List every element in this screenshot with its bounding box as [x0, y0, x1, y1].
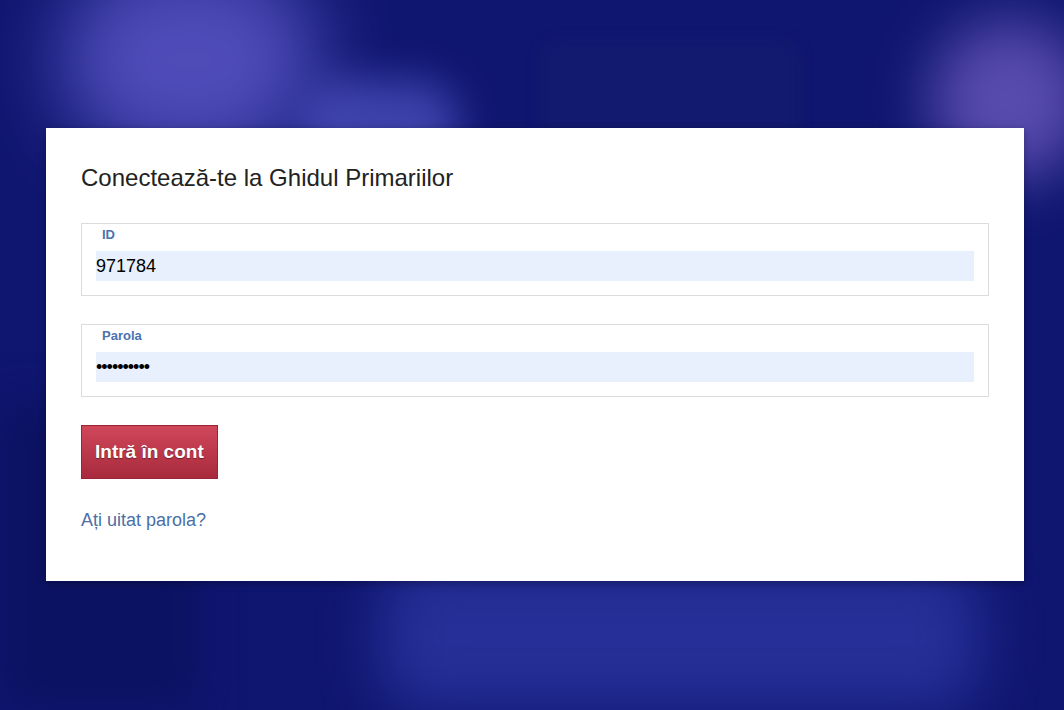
- button-row: Intră în cont: [81, 425, 989, 479]
- field-box: Parola: [81, 324, 989, 397]
- login-card: Conectează-te la Ghidul Primariilor ID Par…: [46, 128, 1024, 581]
- field-label: Parola: [96, 328, 974, 344]
- login-form: ID Parola: [81, 223, 989, 397]
- login-button[interactable]: Intră în cont: [81, 425, 218, 479]
- forgot-password-link[interactable]: Ați uitat parola?: [81, 509, 206, 531]
- field-box: ID: [81, 223, 989, 296]
- field-label: ID: [96, 227, 974, 243]
- id-input[interactable]: [96, 251, 974, 281]
- password-input[interactable]: [96, 352, 974, 382]
- login-page: Conectează-te la Ghidul Primariilor ID Par…: [0, 0, 1064, 710]
- login-title: Conectează-te la Ghidul Primariilor: [81, 164, 989, 192]
